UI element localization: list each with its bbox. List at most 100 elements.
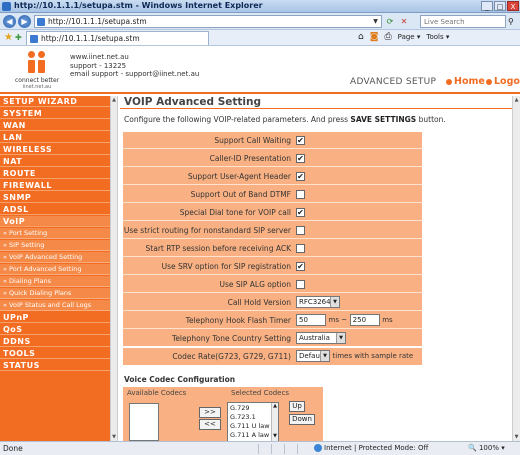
back-arrow-icon[interactable]: ◀ (3, 15, 16, 28)
sidebar-item-lan[interactable]: LAN (0, 132, 110, 143)
security-zone[interactable]: Internet | Protected Mode: Off (314, 444, 428, 452)
forward-arrow-icon[interactable]: ▶ (18, 15, 31, 28)
sidebar-subitem-dialing-plans[interactable]: » Dialing Plans (0, 276, 110, 287)
user-agent-checkbox[interactable]: ✔ (296, 172, 305, 181)
sidebar-item-route[interactable]: ROUTE (0, 168, 110, 179)
page-scrollbar[interactable]: ▲ ▼ (512, 96, 520, 441)
hook-flash-max-input[interactable]: 250 (349, 314, 380, 326)
sidebar-item-tools[interactable]: TOOLS (0, 348, 110, 359)
scroll-up-icon[interactable]: ▲ (111, 96, 117, 104)
sidebar-item-status[interactable]: STATUS (0, 360, 110, 371)
sidebar-item-firewall[interactable]: FIREWALL (0, 180, 110, 191)
print-icon[interactable]: ⎙ (384, 32, 391, 42)
add-favorites-icon[interactable]: ✚ (15, 33, 22, 42)
home-icon[interactable]: ⌂ (358, 32, 364, 42)
sidebar-item-wireless[interactable]: WIRELESS (0, 144, 110, 155)
sidebar-item-upnp[interactable]: UPnP (0, 312, 110, 323)
logout-link[interactable]: Logout (486, 76, 520, 87)
list-item[interactable]: G.723.1 (230, 413, 256, 421)
sidebar-subitem-port-advanced[interactable]: » Port Advanced Setting (0, 264, 110, 275)
status-segments (258, 444, 308, 454)
remove-codec-button[interactable]: << (199, 419, 221, 430)
list-item[interactable]: G.729 (230, 404, 250, 412)
sidebar-subitem-quick-dialing[interactable]: » Quick Dialing Plans (0, 288, 110, 299)
sidebar-item-system[interactable]: SYSTEM (0, 108, 110, 119)
search-input[interactable] (421, 16, 501, 27)
zoom-control[interactable]: 🔍 100% ▾ (468, 444, 505, 452)
tone-country-select[interactable]: Australia ▼ (296, 332, 346, 344)
maximize-button[interactable]: □ (494, 1, 506, 11)
scroll-down-icon[interactable]: ▼ (272, 433, 278, 439)
bullet-icon (446, 78, 452, 85)
sidebar-subitem-voip-advanced[interactable]: » VoIP Advanced Setting (0, 252, 110, 263)
move-up-button[interactable]: Up (289, 401, 305, 412)
scroll-down-icon[interactable]: ▼ (111, 433, 117, 441)
refresh-icon[interactable]: ⟳ (384, 15, 396, 28)
title-divider (120, 108, 512, 109)
feeds-icon[interactable]: ◙ (370, 32, 379, 42)
sidebar-subitem-sip-setting[interactable]: » SIP Setting (0, 240, 110, 251)
browser-tab[interactable]: http://10.1.1.1/setupa.stm (26, 31, 209, 45)
available-codecs-header: Available Codecs (127, 389, 187, 397)
favorites-star-icon[interactable]: ★ (4, 32, 13, 43)
sidebar-item-nat[interactable]: NAT (0, 156, 110, 167)
frame-scrollbar-left[interactable]: ▲ ▼ (110, 96, 118, 441)
bullet-icon (486, 78, 492, 85)
setting-row-sip-alg: Use SIP ALG option (123, 276, 422, 293)
scroll-up-icon[interactable]: ▲ (513, 96, 520, 104)
sidebar-item-setup-wizard[interactable]: SETUP WIZARD (0, 96, 110, 107)
sidebar-item-voip[interactable]: VoIP (0, 216, 110, 227)
scroll-down-icon[interactable]: ▼ (513, 433, 520, 441)
chevron-down-icon: ▼ (330, 297, 339, 307)
srv-option-checkbox[interactable]: ✔ (296, 262, 305, 271)
home-link[interactable]: Home (446, 76, 485, 87)
setting-label: Caller-ID Presentation (209, 154, 291, 163)
call-hold-select[interactable]: RFC3264 ▼ (296, 296, 340, 308)
setting-row-caller-id: Caller-ID Presentation ✔ (123, 150, 422, 167)
list-scrollbar[interactable]: ▲ ▼ (271, 403, 278, 441)
sidebar-item-wan[interactable]: WAN (0, 120, 110, 131)
move-down-button[interactable]: Down (289, 414, 315, 425)
call-waiting-checkbox[interactable]: ✔ (296, 136, 305, 145)
search-icon[interactable]: ⚲ (508, 15, 520, 28)
dial-tone-checkbox[interactable]: ✔ (296, 208, 305, 217)
rtp-session-checkbox[interactable] (296, 244, 305, 253)
page-icon (30, 35, 38, 43)
available-codecs-list[interactable] (129, 403, 159, 441)
close-button[interactable]: X (507, 1, 519, 11)
search-box[interactable] (420, 15, 506, 28)
setting-label: Use SRV option for SIP registration (161, 262, 291, 271)
caller-id-checkbox[interactable]: ✔ (296, 154, 305, 163)
voice-codec-title: Voice Codec Configuration (124, 375, 236, 384)
sidebar-subitem-port-setting[interactable]: » Port Setting (0, 228, 110, 239)
sidebar-item-qos[interactable]: QoS (0, 324, 110, 335)
sidebar: SETUP WIZARD SYSTEM WAN LAN WIRELESS NAT… (0, 96, 110, 441)
tools-menu[interactable]: Tools ▾ (426, 33, 449, 41)
setting-row-user-agent: Support User-Agent Header ✔ (123, 168, 422, 185)
logo-tagline: connect better (15, 77, 60, 84)
chevron-down-icon[interactable]: ▼ (371, 17, 380, 26)
stop-icon[interactable]: ✕ (398, 15, 410, 28)
list-item[interactable]: G.711 A law (230, 431, 269, 439)
dtmf-checkbox[interactable] (296, 190, 305, 199)
sidebar-item-ddns[interactable]: DDNS (0, 336, 110, 347)
scroll-up-icon[interactable]: ▲ (272, 403, 278, 409)
address-toolbar: ◀ ▶ http://10.1.1.1/setupa.stm ▼ ⟳ ✕ ⚲ (0, 13, 520, 30)
sip-alg-checkbox[interactable] (296, 280, 305, 289)
minimize-button[interactable]: _ (481, 1, 493, 11)
ie-icon (2, 2, 11, 11)
list-item[interactable]: G.711 U law (230, 422, 270, 430)
address-url: http://10.1.1.1/setupa.stm (48, 17, 147, 26)
setting-label: Telephony Hook Flash Timer (185, 316, 291, 325)
sidebar-item-snmp[interactable]: SNMP (0, 192, 110, 203)
add-codec-button[interactable]: >> (199, 407, 221, 418)
sidebar-item-adsl[interactable]: ADSL (0, 204, 110, 215)
hook-flash-min-input[interactable]: 50 (296, 314, 326, 326)
address-bar[interactable]: http://10.1.1.1/setupa.stm ▼ (34, 15, 382, 28)
page-menu[interactable]: Page ▾ (398, 33, 421, 41)
codec-rate-select[interactable]: Default ▼ (296, 350, 330, 362)
sidebar-subitem-voip-status[interactable]: » VoIP Status and Call Logs (0, 300, 110, 311)
selected-codecs-list[interactable]: G.729 G.723.1 G.711 U law G.711 A law ▲ … (227, 402, 279, 441)
strict-routing-checkbox[interactable] (296, 226, 305, 235)
voice-codec-panel: Available Codecs Selected Codecs >> << G… (123, 387, 323, 441)
